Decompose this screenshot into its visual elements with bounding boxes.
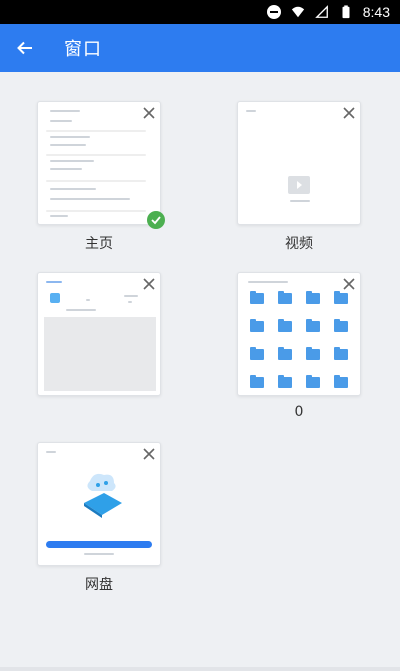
close-icon[interactable] — [141, 446, 157, 462]
window-label-cloud-drive: 网盘 — [85, 577, 113, 593]
do-not-disturb-icon — [266, 5, 281, 19]
signal-icon — [314, 5, 328, 18]
close-icon[interactable] — [341, 105, 357, 121]
clock: 8:43 — [362, 4, 390, 20]
back-button[interactable] — [0, 24, 50, 72]
current-window-check — [147, 211, 165, 229]
window-card-cloud-drive[interactable] — [37, 442, 161, 566]
battery-icon — [342, 5, 350, 19]
window-card-folders[interactable] — [237, 272, 361, 396]
app-bar: 窗口 — [0, 24, 400, 72]
wifi-icon — [291, 6, 304, 18]
back-arrow-icon — [17, 41, 32, 55]
window-card-video[interactable] — [237, 101, 361, 225]
window-card-3[interactable] — [37, 272, 161, 396]
cloud-illustration-icon — [84, 473, 122, 518]
window-label-folders: 0 — [294, 404, 304, 420]
close-icon[interactable] — [341, 276, 357, 292]
video-placeholder-icon — [288, 176, 310, 194]
close-icon[interactable] — [141, 276, 157, 292]
window-card-home[interactable] — [37, 101, 161, 225]
bottom-edge — [0, 667, 400, 671]
check-icon — [151, 216, 161, 225]
window-label-video: 视频 — [285, 236, 313, 252]
page-title: 窗口 — [64, 39, 102, 60]
close-icon[interactable] — [141, 105, 157, 121]
status-bar: 8:43 — [0, 0, 400, 24]
thumbnail-action-bar — [46, 541, 152, 548]
window-label-home: 主页 — [85, 236, 113, 252]
